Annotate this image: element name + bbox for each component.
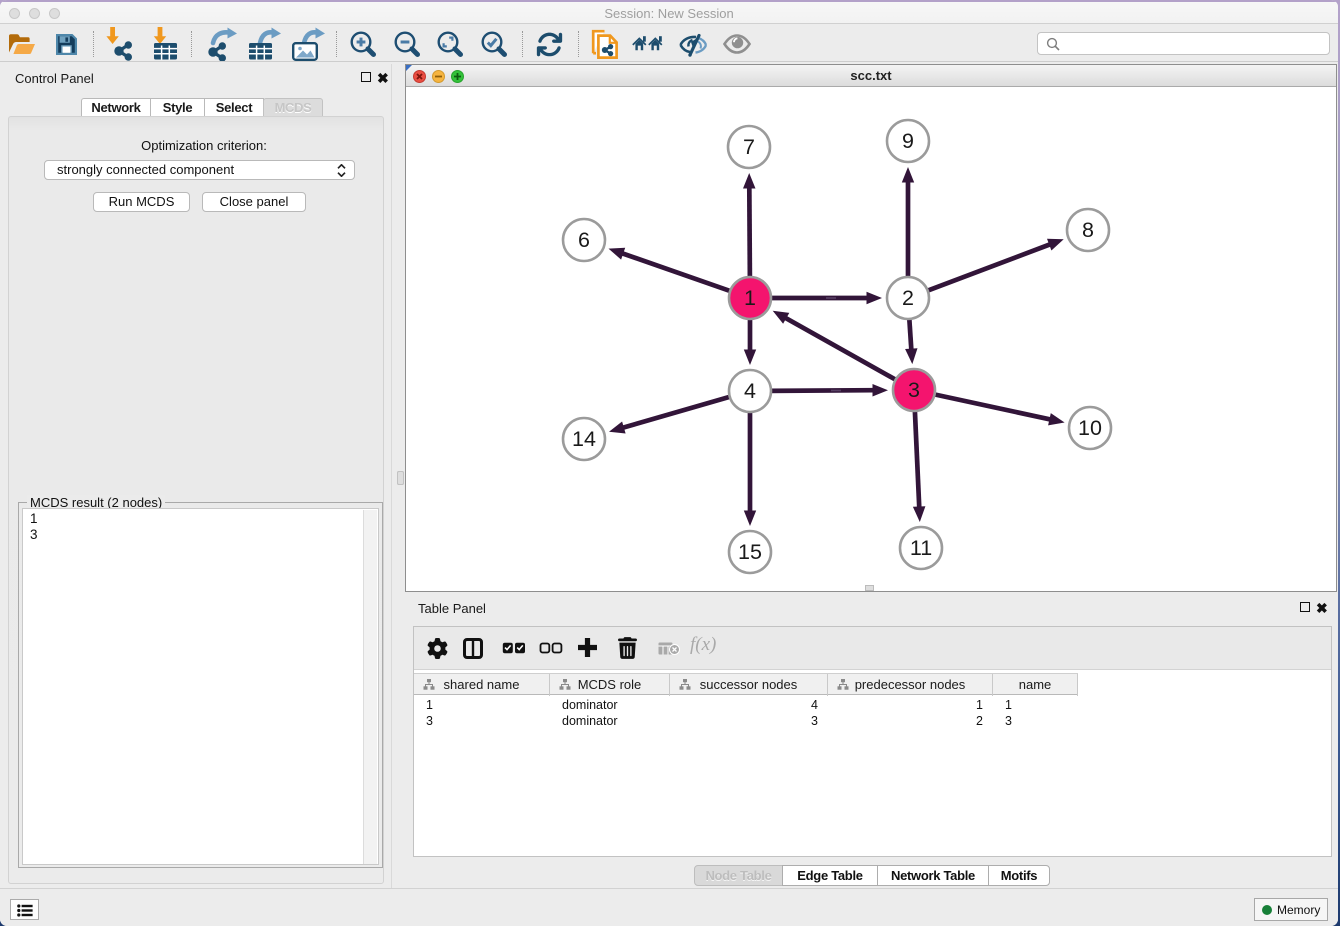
svg-text:10: 10 — [1078, 416, 1102, 440]
svg-text:1: 1 — [744, 286, 756, 310]
svg-text:2: 2 — [902, 286, 914, 310]
svg-text:11: 11 — [910, 536, 932, 560]
svg-text:14: 14 — [572, 427, 596, 451]
svg-text:7: 7 — [743, 135, 755, 159]
svg-text:15: 15 — [738, 540, 762, 564]
svg-text:6: 6 — [578, 228, 590, 252]
svg-text:3: 3 — [908, 378, 920, 402]
svg-text:8: 8 — [1082, 218, 1094, 242]
svg-text:9: 9 — [902, 129, 914, 153]
svg-text:4: 4 — [744, 379, 756, 403]
